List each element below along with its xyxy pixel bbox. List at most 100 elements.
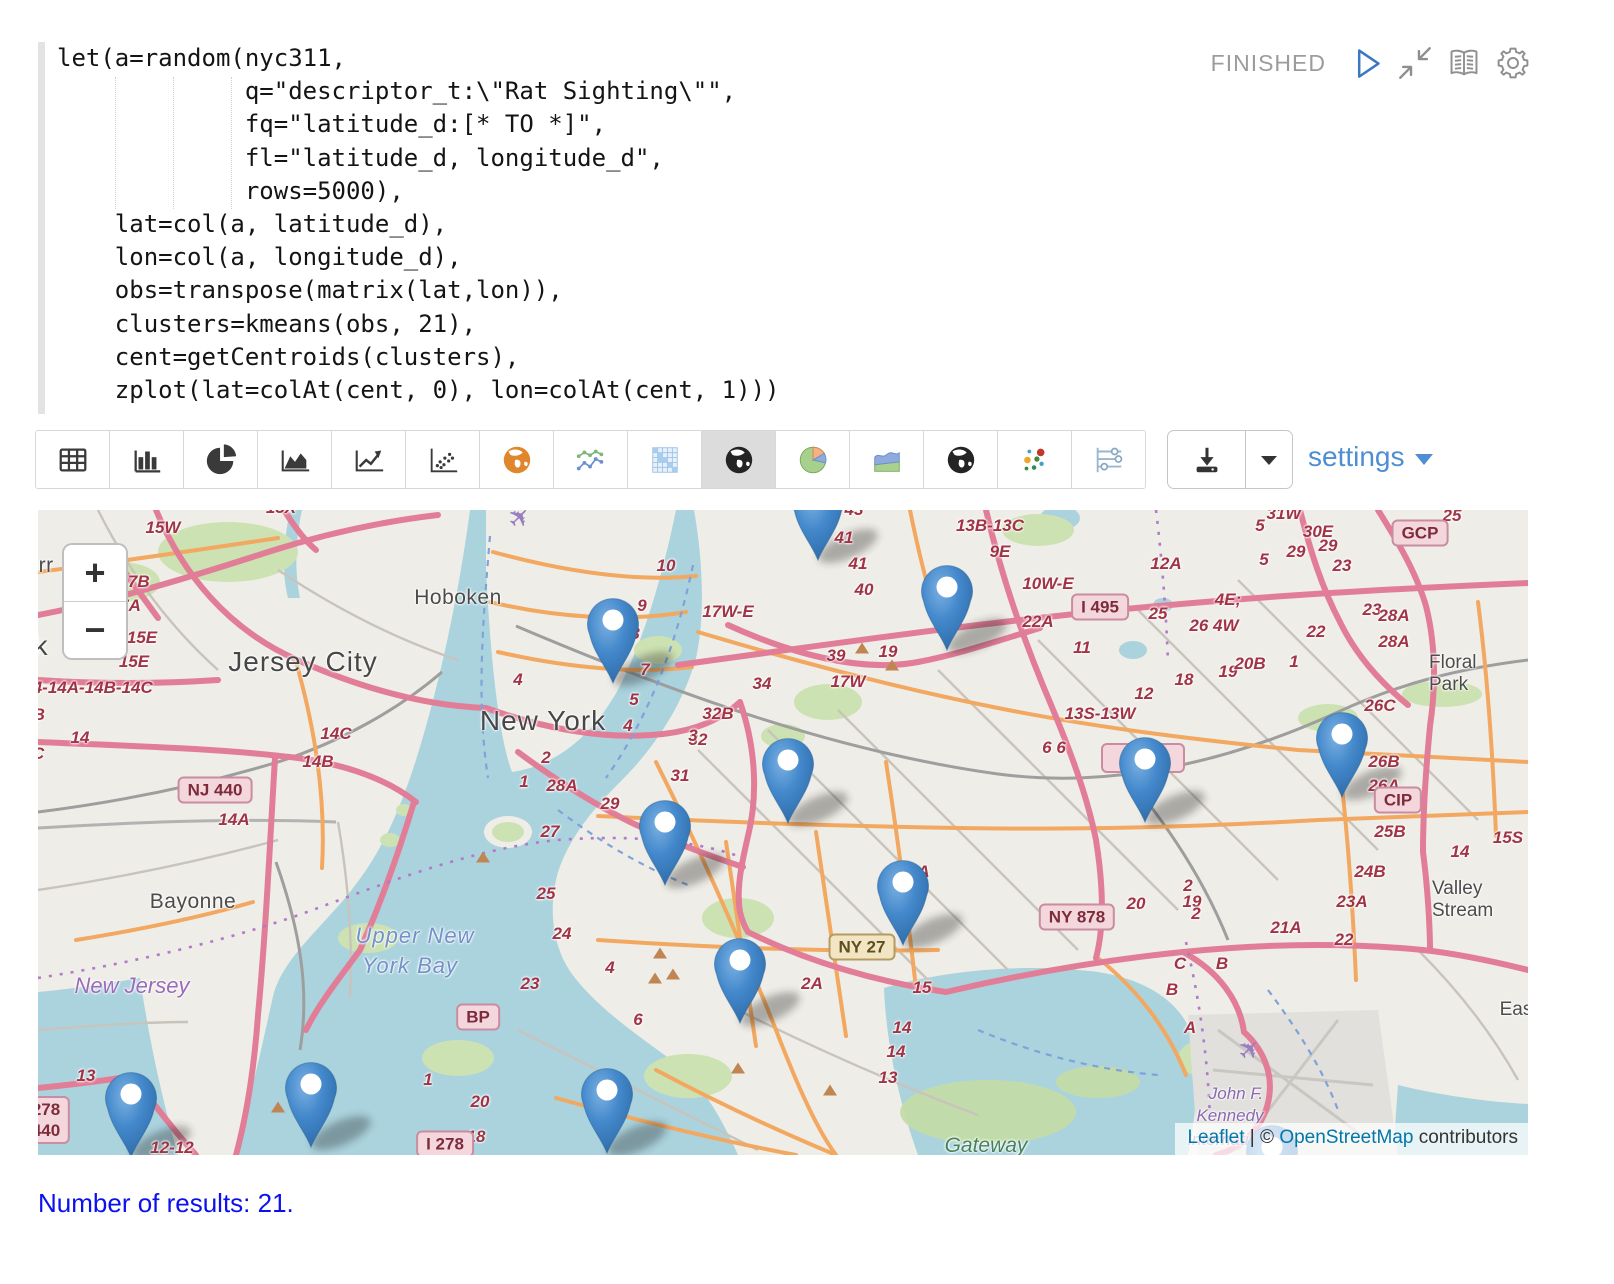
viz-button-sliders[interactable] bbox=[1072, 431, 1145, 488]
map-label: Gateway bbox=[945, 1134, 1028, 1155]
airport-icon: ✈ bbox=[1231, 1031, 1269, 1069]
map-label: 19 bbox=[879, 642, 898, 662]
map-label: 20 bbox=[471, 1092, 490, 1112]
map-label: Bayonne bbox=[150, 890, 236, 914]
map-attribution: Leaflet | © OpenStreetMap contributors bbox=[1175, 1123, 1528, 1155]
editor-gutter bbox=[38, 42, 45, 414]
peak-triangle-icon bbox=[648, 973, 662, 984]
chevron-down-icon bbox=[1258, 453, 1280, 467]
map-label: 29 bbox=[1287, 542, 1306, 562]
map-label: 41 bbox=[835, 528, 854, 548]
code-editor[interactable]: let(a=random(nyc311, q="descriptor_t:\"R… bbox=[38, 40, 1538, 420]
viz-button-area-color[interactable] bbox=[850, 431, 924, 488]
peak-triangle-icon bbox=[476, 852, 490, 863]
map-label: 17W-E bbox=[702, 602, 753, 622]
settings-label: settings bbox=[1308, 441, 1405, 473]
map-label: 8 bbox=[630, 624, 639, 644]
map-label: Floral Park bbox=[1429, 652, 1495, 696]
viz-button-pie-chart[interactable] bbox=[184, 431, 258, 488]
map-label: 8B bbox=[38, 705, 45, 725]
viz-button-area-chart[interactable] bbox=[258, 431, 332, 488]
map-label: arr bbox=[38, 554, 54, 578]
map-label: 3 bbox=[688, 726, 697, 746]
book-icon[interactable] bbox=[1447, 46, 1481, 80]
pie-color-icon bbox=[796, 443, 830, 477]
map-label: 21A bbox=[1270, 918, 1301, 938]
map-label: 39 bbox=[827, 646, 846, 666]
map-label: Eas bbox=[1500, 999, 1528, 1021]
peak-triangle-icon bbox=[855, 643, 869, 654]
globe-map-icon bbox=[722, 443, 756, 477]
viz-toolbar bbox=[35, 430, 1146, 489]
gear-icon[interactable] bbox=[1496, 46, 1530, 80]
map-label: 15S bbox=[1493, 828, 1523, 848]
map-label: 4 bbox=[623, 716, 632, 736]
map-label: 31W bbox=[1267, 510, 1302, 524]
globe-orange-icon bbox=[500, 443, 534, 477]
map-label: 26B bbox=[1368, 752, 1399, 772]
map-label: 14-14B-14C bbox=[38, 744, 44, 764]
map-label: 28A bbox=[1378, 606, 1409, 626]
map-label: 2 bbox=[541, 748, 550, 768]
openstreetmap-link[interactable]: OpenStreetMap bbox=[1279, 1127, 1413, 1148]
map-label: 29 bbox=[601, 794, 620, 814]
map-label: 22 bbox=[1335, 930, 1354, 950]
zoom-in-button[interactable]: + bbox=[64, 545, 126, 602]
scatter-chart-icon bbox=[426, 443, 460, 477]
viz-button-scatter-chart[interactable] bbox=[406, 431, 480, 488]
viz-button-bar-chart[interactable] bbox=[110, 431, 184, 488]
map-label: Valley Stream bbox=[1432, 878, 1496, 922]
globe-dark-icon bbox=[944, 443, 978, 477]
play-icon[interactable] bbox=[1349, 46, 1383, 80]
zoom-out-button[interactable]: − bbox=[64, 602, 126, 658]
map-label: 1 bbox=[1289, 652, 1298, 672]
peak-triangle-icon bbox=[271, 1102, 285, 1113]
download-dropdown-button[interactable] bbox=[1246, 431, 1292, 488]
map-label: 25 bbox=[1149, 604, 1168, 624]
viz-button-globe-dark[interactable] bbox=[924, 431, 998, 488]
attribution-tail: contributors bbox=[1413, 1127, 1518, 1148]
leaflet-link[interactable]: Leaflet bbox=[1187, 1127, 1244, 1148]
viz-button-multi-line-chart[interactable] bbox=[554, 431, 628, 488]
multi-line-chart-icon bbox=[574, 443, 608, 477]
peak-triangle-icon bbox=[823, 1085, 837, 1096]
map-label: 19 bbox=[1219, 662, 1238, 682]
paragraph-controls: FINISHED bbox=[1211, 46, 1530, 80]
map-label: 27 bbox=[541, 822, 560, 842]
map-label: 11 bbox=[1073, 638, 1091, 658]
route-shield-badge: NY 878 bbox=[1039, 904, 1115, 931]
scatter-color-icon bbox=[1018, 443, 1052, 477]
airport-icon: ✈ bbox=[501, 510, 539, 537]
map-label: 7 bbox=[640, 660, 649, 680]
map-label: 14 bbox=[71, 728, 90, 748]
settings-toggle[interactable]: settings bbox=[1308, 441, 1433, 473]
map-label: 15E bbox=[127, 628, 157, 648]
code-content[interactable]: let(a=random(nyc311, q="descriptor_t:\"R… bbox=[57, 42, 779, 407]
peak-triangle-icon bbox=[731, 1063, 745, 1074]
map-label: New York bbox=[480, 705, 606, 737]
viz-button-table[interactable] bbox=[36, 431, 110, 488]
map-label: 25 bbox=[1443, 510, 1462, 526]
pie-chart-icon bbox=[204, 443, 238, 477]
viz-button-line-chart[interactable] bbox=[332, 431, 406, 488]
leaflet-map[interactable]: 15X15W17B7A15E15E14-14A-14B-14C8B1414-14… bbox=[38, 510, 1528, 1155]
viz-button-heatmap[interactable] bbox=[628, 431, 702, 488]
viz-button-pie-color[interactable] bbox=[776, 431, 850, 488]
download-button[interactable] bbox=[1168, 431, 1246, 488]
map-label: 6 bbox=[633, 1010, 642, 1030]
map-label: 14C bbox=[320, 724, 351, 744]
map-label: 40 bbox=[855, 580, 874, 600]
map-label: 30E bbox=[1303, 522, 1333, 542]
viz-button-scatter-color[interactable] bbox=[998, 431, 1072, 488]
line-chart-icon bbox=[352, 443, 386, 477]
table-icon bbox=[56, 443, 90, 477]
map-label: 14 bbox=[1451, 842, 1470, 862]
viz-button-globe-orange[interactable] bbox=[480, 431, 554, 488]
viz-button-globe-map[interactable] bbox=[702, 431, 776, 488]
download-group bbox=[1167, 430, 1293, 489]
collapse-icon[interactable] bbox=[1398, 46, 1432, 80]
map-label: 20B bbox=[1234, 654, 1265, 674]
area-color-icon bbox=[870, 443, 904, 477]
map-label: 14A bbox=[218, 810, 249, 830]
route-shield-badge: I 495 bbox=[1071, 594, 1129, 621]
